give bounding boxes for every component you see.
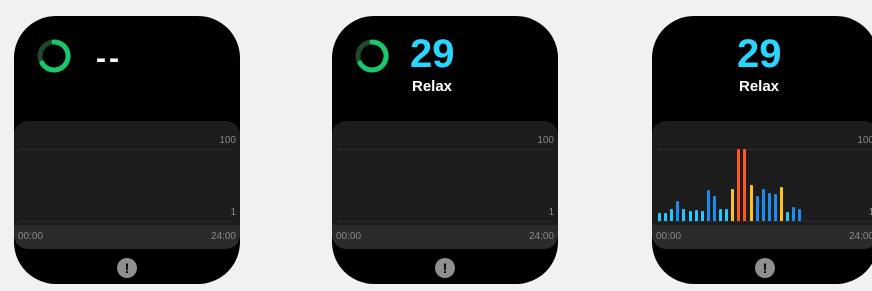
stress-value: -- bbox=[96, 42, 122, 75]
stress-bar bbox=[749, 185, 753, 221]
stress-bar bbox=[676, 201, 680, 221]
stress-bar bbox=[725, 209, 729, 221]
stress-bar bbox=[737, 149, 741, 221]
stress-value: 29 bbox=[737, 32, 782, 76]
stress-bar bbox=[755, 196, 759, 221]
loading-spinner-icon bbox=[355, 39, 389, 73]
y-axis-max-label: 100 bbox=[537, 135, 554, 146]
y-axis-min-label: 1 bbox=[230, 207, 236, 218]
exclamation-icon[interactable]: ! bbox=[435, 258, 455, 278]
watch-screen-measured: 29 Relax 100 1 00:00 24:00 ! bbox=[332, 16, 558, 284]
stress-bar bbox=[792, 207, 796, 221]
stress-chart: 100 1 bbox=[332, 121, 558, 225]
stress-bar bbox=[664, 213, 668, 221]
watch-screen-history: 29 Relax 100 1 00:00 24:00 ! bbox=[652, 16, 872, 284]
stress-bar bbox=[731, 189, 735, 221]
stress-bar bbox=[743, 149, 747, 221]
stress-bar bbox=[767, 192, 771, 221]
gridline-top bbox=[338, 149, 552, 150]
exclamation-icon[interactable]: ! bbox=[755, 258, 775, 278]
y-axis-min-label: 1 bbox=[548, 207, 554, 218]
stress-level-label: Relax bbox=[412, 78, 453, 95]
time-axis: 00:00 24:00 bbox=[332, 225, 558, 249]
stress-bar bbox=[682, 209, 686, 221]
x-axis-end-label: 24:00 bbox=[848, 231, 872, 242]
time-axis: 00:00 24:00 bbox=[14, 225, 240, 249]
stress-bar bbox=[694, 210, 698, 221]
gridline-top bbox=[20, 149, 234, 150]
stress-bar bbox=[658, 213, 661, 221]
x-axis-start-label: 00:00 bbox=[18, 231, 44, 242]
stress-bar bbox=[712, 196, 716, 221]
stress-bar bbox=[700, 210, 704, 221]
time-axis: 00:00 24:00 bbox=[652, 225, 872, 249]
stress-chart: 100 1 bbox=[652, 121, 872, 225]
gridline-bottom bbox=[338, 221, 552, 222]
stress-bar bbox=[719, 209, 722, 221]
exclamation-icon[interactable]: ! bbox=[117, 258, 137, 278]
stress-bar bbox=[773, 194, 777, 221]
y-axis-max-label: 100 bbox=[219, 135, 236, 146]
loading-spinner-icon bbox=[37, 39, 71, 73]
stress-bar bbox=[761, 189, 765, 221]
x-axis-start-label: 00:00 bbox=[336, 231, 362, 242]
stress-bar bbox=[670, 208, 674, 221]
stress-bar bbox=[706, 189, 710, 221]
gridline-bottom bbox=[20, 221, 234, 222]
stress-bar bbox=[798, 209, 802, 221]
stress-bar bbox=[688, 210, 692, 221]
stress-bar bbox=[786, 211, 790, 221]
stress-value: 29 bbox=[410, 32, 455, 76]
x-axis-end-label: 24:00 bbox=[210, 231, 236, 242]
stress-bar bbox=[780, 186, 783, 221]
stress-level-label: Relax bbox=[739, 78, 780, 95]
watch-screen-loading: -- 100 1 00:00 24:00 ! bbox=[14, 16, 240, 284]
x-axis-start-label: 00:00 bbox=[656, 231, 682, 242]
stress-chart: 100 1 bbox=[14, 121, 240, 225]
stress-history-bars bbox=[652, 121, 872, 225]
x-axis-end-label: 24:00 bbox=[528, 231, 554, 242]
